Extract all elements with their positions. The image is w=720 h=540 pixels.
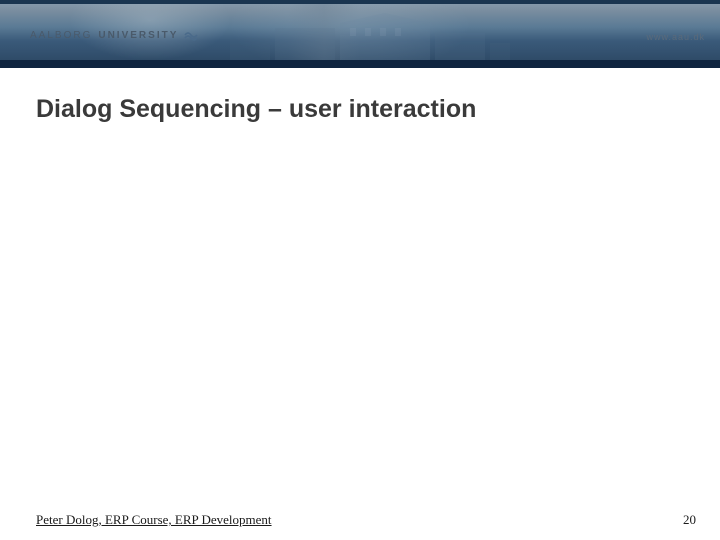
aau-wave-icon: [184, 28, 198, 42]
building-silhouette-decoration: [230, 8, 510, 60]
university-name-part2: UNIVERSITY: [98, 30, 178, 41]
header-banner: AALBORG UNIVERSITY www.aau.dk: [0, 0, 720, 68]
footer-author-line: Peter Dolog, ERP Course, ERP Development: [36, 512, 272, 528]
slide-title: Dialog Sequencing – user interaction: [36, 95, 476, 124]
university-logo: AALBORG UNIVERSITY: [30, 28, 198, 42]
website-url: www.aau.dk: [646, 32, 705, 42]
header-accent-bottom: [0, 60, 720, 68]
header-accent-top: [0, 0, 720, 4]
university-name-part1: AALBORG: [30, 30, 92, 41]
page-number: 20: [683, 512, 696, 528]
